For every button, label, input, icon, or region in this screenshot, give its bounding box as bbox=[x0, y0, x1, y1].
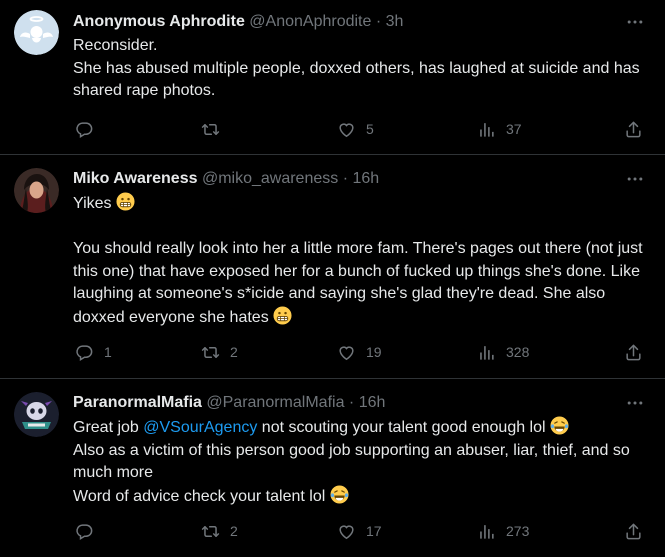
like-button[interactable]: 19 bbox=[337, 342, 382, 362]
more-icon[interactable] bbox=[625, 393, 645, 413]
tweet-miko-awareness[interactable]: Miko Awareness @miko_awareness · 16h Yik… bbox=[0, 155, 665, 379]
like-icon bbox=[337, 343, 356, 362]
tweet-line: not scouting your talent good enough lol bbox=[261, 419, 546, 436]
separator-dot: · bbox=[375, 13, 382, 30]
retweet-button[interactable] bbox=[201, 119, 230, 139]
action-bar: 1 2 19 328 bbox=[73, 342, 649, 362]
share-icon bbox=[624, 522, 643, 541]
tweet-line: She has abused multiple people, doxxed o… bbox=[73, 59, 640, 100]
tweet-line: Also as a victim of this person good job… bbox=[73, 441, 630, 482]
view-count: 37 bbox=[506, 121, 522, 137]
tweet-paragraph: You should really look into her a little… bbox=[73, 240, 643, 326]
views-icon bbox=[477, 120, 496, 139]
like-button[interactable]: 5 bbox=[337, 119, 374, 139]
tweet-line: Yikes bbox=[73, 195, 112, 212]
views-icon bbox=[477, 343, 496, 362]
share-icon bbox=[624, 343, 643, 362]
timestamp[interactable]: 3h bbox=[386, 13, 404, 30]
retweet-icon bbox=[201, 120, 220, 139]
user-handle[interactable]: @ParanormalMafia bbox=[206, 394, 344, 411]
more-icon[interactable] bbox=[625, 12, 645, 32]
like-icon bbox=[337, 522, 356, 541]
angel-avatar-image bbox=[14, 10, 59, 55]
reply-icon bbox=[75, 120, 94, 139]
reply-feed: Anonymous Aphrodite @AnonAphrodite · 3h … bbox=[0, 0, 665, 557]
views-button[interactable]: 273 bbox=[477, 521, 529, 541]
grimace-emoji bbox=[273, 306, 292, 325]
views-button[interactable]: 328 bbox=[477, 342, 529, 362]
display-name[interactable]: Anonymous Aphrodite bbox=[73, 13, 245, 30]
like-count: 19 bbox=[366, 344, 382, 360]
tweet-text: Yikes You should really look into her a … bbox=[73, 192, 647, 329]
timestamp[interactable]: 16h bbox=[359, 394, 386, 411]
share-button[interactable] bbox=[624, 119, 643, 139]
tweet-header: Miko Awareness @miko_awareness · 16h bbox=[73, 168, 625, 190]
reply-button[interactable] bbox=[75, 119, 104, 139]
reply-count: 1 bbox=[104, 344, 112, 360]
tweet-text: Reconsider. She has abused multiple peop… bbox=[73, 35, 647, 103]
like-icon bbox=[337, 120, 356, 139]
tweet-text: Great job @VSourAgency not scouting your… bbox=[73, 416, 647, 508]
retweet-button[interactable]: 2 bbox=[201, 521, 238, 541]
laugh-cry-emoji bbox=[330, 485, 349, 504]
laugh-cry-emoji bbox=[550, 416, 569, 435]
retweet-icon bbox=[201, 343, 220, 362]
reply-icon bbox=[75, 522, 94, 541]
share-button[interactable] bbox=[624, 521, 643, 541]
mention-link[interactable]: @VSourAgency bbox=[143, 419, 257, 436]
tweet-line: Great job bbox=[73, 419, 139, 436]
tweet-header: Anonymous Aphrodite @AnonAphrodite · 3h bbox=[73, 11, 625, 33]
avatar[interactable] bbox=[14, 392, 59, 437]
user-handle[interactable]: @AnonAphrodite bbox=[249, 13, 371, 30]
views-icon bbox=[477, 522, 496, 541]
separator-dot: · bbox=[348, 394, 355, 411]
action-bar: 5 37 bbox=[73, 119, 649, 139]
mafia-logo-avatar-image bbox=[14, 392, 59, 437]
share-button[interactable] bbox=[624, 342, 643, 362]
like-button[interactable]: 17 bbox=[337, 521, 382, 541]
views-button[interactable]: 37 bbox=[477, 119, 522, 139]
view-count: 273 bbox=[506, 523, 530, 539]
timestamp[interactable]: 16h bbox=[352, 170, 379, 187]
tweet-line: Word of advice check your talent lol bbox=[73, 487, 326, 505]
avatar[interactable] bbox=[14, 10, 59, 55]
tweet-anonaphrodite[interactable]: Anonymous Aphrodite @AnonAphrodite · 3h … bbox=[0, 0, 665, 155]
like-count: 5 bbox=[366, 121, 374, 137]
avatar[interactable] bbox=[14, 168, 59, 213]
photo-avatar-image bbox=[14, 168, 59, 213]
share-icon bbox=[624, 120, 643, 139]
reply-button[interactable]: 1 bbox=[75, 342, 112, 362]
tweet-header: ParanormalMafia @ParanormalMafia · 16h bbox=[73, 392, 625, 414]
reply-button[interactable] bbox=[75, 521, 104, 541]
user-handle[interactable]: @miko_awareness bbox=[202, 170, 338, 187]
more-icon[interactable] bbox=[625, 169, 645, 189]
view-count: 328 bbox=[506, 344, 530, 360]
display-name[interactable]: ParanormalMafia bbox=[73, 394, 202, 411]
tweet-line: Reconsider. bbox=[73, 37, 158, 54]
tweet-paranormalmafia[interactable]: ParanormalMafia @ParanormalMafia · 16h G… bbox=[0, 379, 665, 557]
retweet-button[interactable]: 2 bbox=[201, 342, 238, 362]
retweet-count: 2 bbox=[230, 344, 238, 360]
grimace-emoji bbox=[116, 192, 135, 211]
retweet-count: 2 bbox=[230, 523, 238, 539]
display-name[interactable]: Miko Awareness bbox=[73, 170, 198, 187]
reply-icon bbox=[75, 343, 94, 362]
like-count: 17 bbox=[366, 523, 382, 539]
action-bar: 2 17 273 bbox=[73, 521, 649, 541]
retweet-icon bbox=[201, 522, 220, 541]
separator-dot: · bbox=[342, 170, 349, 187]
